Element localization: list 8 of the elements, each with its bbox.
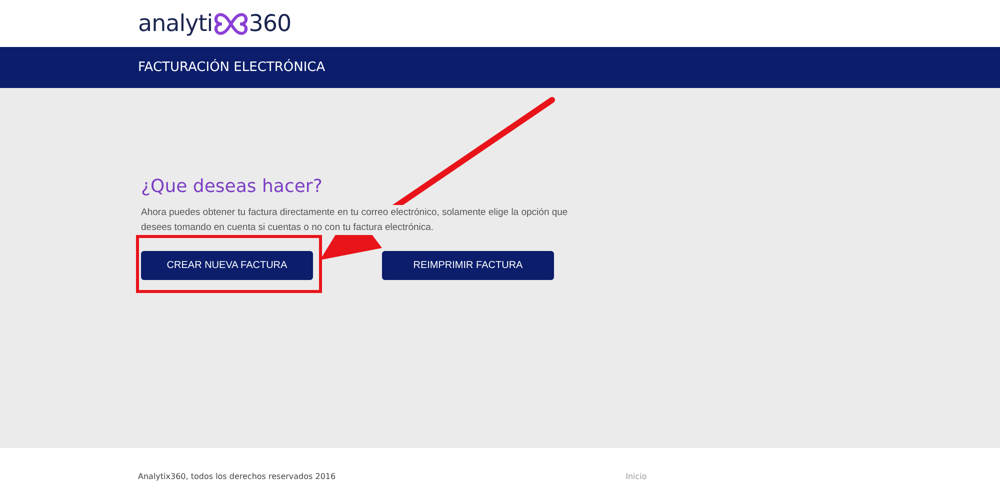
copyright-text: Analytix360, todos los derechos reservados 2016	[138, 472, 336, 481]
nav-title: FACTURACIÓN ELECTRÓNICA	[138, 60, 326, 75]
action-button[interactable]: REIMPRIMIR FACTURA	[382, 251, 554, 280]
heading: ¿Que deseas hacer?	[141, 176, 324, 197]
logo-icon	[214, 10, 248, 36]
logo-text: analyti	[138, 10, 213, 36]
action-button[interactable]: CREAR NUEVA FACTURA	[141, 251, 313, 280]
logo-text: 360	[248, 10, 292, 36]
